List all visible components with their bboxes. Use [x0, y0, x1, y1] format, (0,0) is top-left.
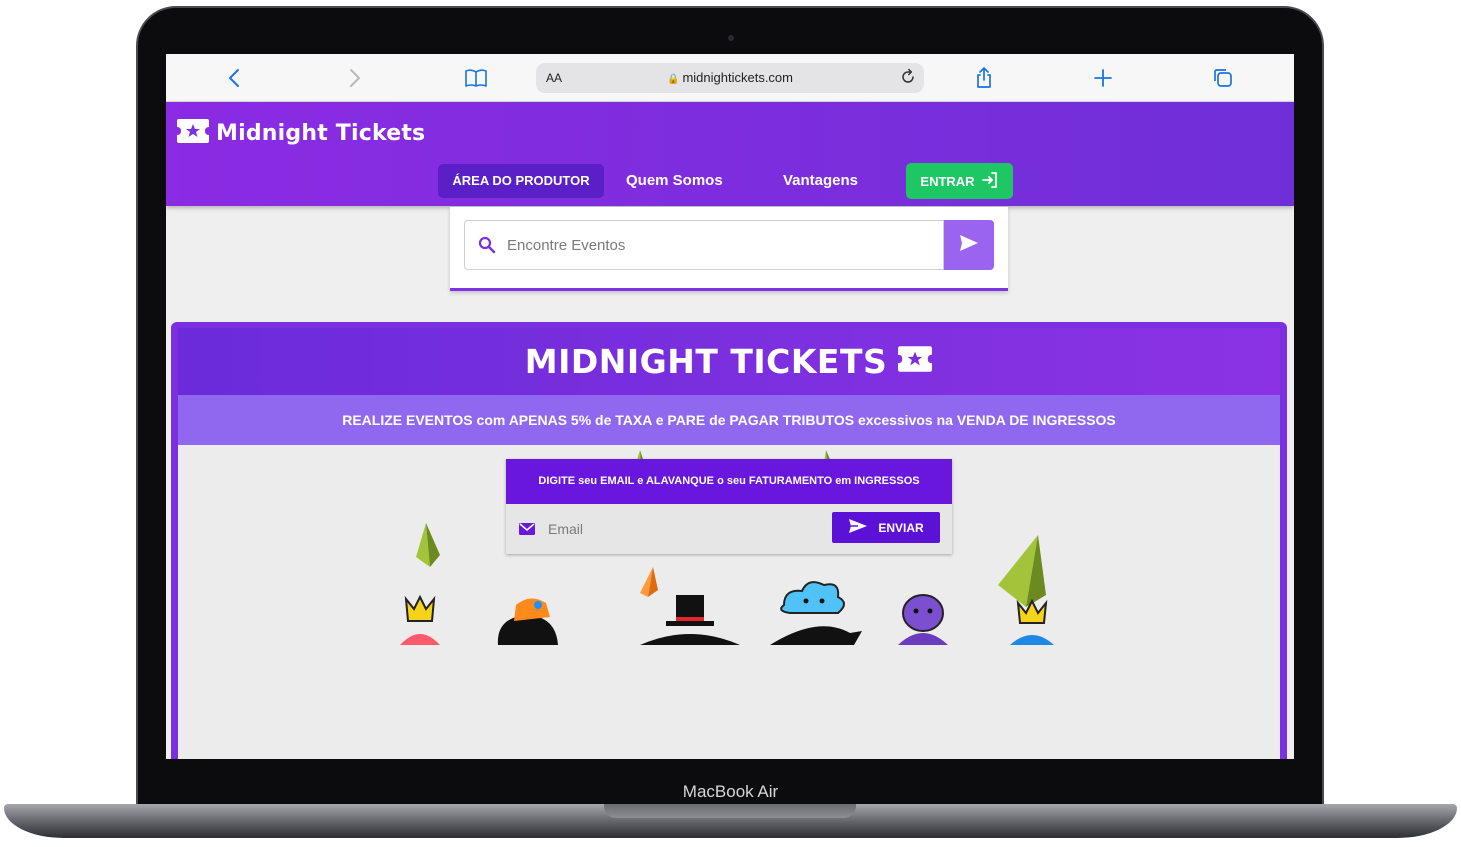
event-search-card: Encontre Eventos	[450, 207, 1008, 291]
search-placeholder: Encontre Eventos	[507, 237, 626, 254]
login-label: ENTRAR	[920, 173, 975, 189]
orange-pyramid	[640, 567, 658, 597]
main-nav: ÁREA DO PRODUTOR Quem Somos Vantagens EN…	[166, 163, 1294, 199]
email-input[interactable]: Email ENVIAR	[506, 504, 952, 554]
url-text: midnightickets.com	[682, 70, 793, 85]
hero-body: DIGITE seu EMAIL e ALAVANQUE o seu FATUR…	[178, 445, 1280, 759]
laptop-notch	[604, 804, 856, 818]
site-logo[interactable]: Midnight Tickets	[176, 118, 425, 148]
forward-icon[interactable]	[342, 66, 366, 90]
send-label: ENVIAR	[878, 520, 924, 535]
browser-toolbar: AA 🔒 midnightickets.com	[166, 54, 1294, 102]
search-submit-button[interactable]	[944, 220, 994, 270]
laptop-lid: AA 🔒 midnightickets.com Midnight Tickets…	[136, 6, 1324, 806]
email-placeholder: Email	[548, 521, 584, 537]
device-model-label: MacBook Air	[682, 782, 779, 801]
cap-mascot	[497, 598, 558, 645]
login-button[interactable]: ENTRAR	[906, 163, 1013, 199]
hero-section: MIDNIGHT TICKETS REALIZE EVENTOS com APE…	[171, 322, 1287, 759]
laptop-mockup: AA 🔒 midnightickets.com Midnight Tickets…	[0, 0, 1461, 847]
back-icon[interactable]	[223, 66, 247, 90]
browser-screen: AA 🔒 midnightickets.com Midnight Tickets…	[166, 54, 1294, 759]
address-bar[interactable]: AA 🔒 midnightickets.com	[536, 63, 924, 93]
reload-icon[interactable]	[898, 67, 918, 87]
mail-icon	[518, 520, 536, 538]
hero-title: MIDNIGHT TICKETS	[524, 342, 888, 381]
url-display: 🔒 midnightickets.com	[536, 70, 924, 85]
ticket-star-icon	[897, 345, 933, 378]
send-icon	[848, 518, 868, 537]
laptop-hinge: MacBook Air	[0, 770, 1461, 806]
nav-about-link[interactable]: Quem Somos	[626, 164, 723, 198]
cloud-mascot	[770, 581, 862, 645]
crown-mascot	[400, 594, 440, 645]
search-icon	[477, 235, 497, 255]
nav-advantages-link[interactable]: Vantagens	[783, 164, 858, 198]
camera	[728, 35, 734, 41]
hero-header: MIDNIGHT TICKETS	[178, 328, 1280, 395]
green-pyramid	[416, 523, 440, 567]
crown-mascot	[1010, 598, 1054, 645]
share-icon[interactable]	[972, 66, 996, 90]
bookmarks-icon[interactable]	[464, 66, 488, 90]
send-email-button[interactable]: ENVIAR	[832, 512, 940, 543]
green-pyramid	[998, 535, 1046, 607]
octopus-mascot	[898, 594, 948, 645]
ticket-star-icon	[176, 118, 210, 149]
logo-text: Midnight Tickets	[216, 120, 426, 146]
signup-heading: DIGITE seu EMAIL e ALAVANQUE o seu FATUR…	[506, 459, 952, 504]
hero-tagline: REALIZE EVENTOS com APENAS 5% de TAXA e …	[178, 395, 1280, 445]
login-icon	[981, 171, 999, 192]
event-search-input[interactable]: Encontre Eventos	[464, 220, 944, 270]
new-tab-icon[interactable]	[1091, 66, 1115, 90]
tabs-icon[interactable]	[1211, 66, 1235, 90]
site-header: Midnight Tickets ÁREA DO PRODUTOR Quem S…	[166, 102, 1294, 206]
send-icon	[959, 234, 979, 257]
lock-icon: 🔒	[667, 74, 680, 85]
tophat-mascot	[640, 595, 740, 645]
producer-area-button[interactable]: ÁREA DO PRODUTOR	[438, 164, 604, 198]
email-signup-card: DIGITE seu EMAIL e ALAVANQUE o seu FATUR…	[506, 459, 952, 554]
